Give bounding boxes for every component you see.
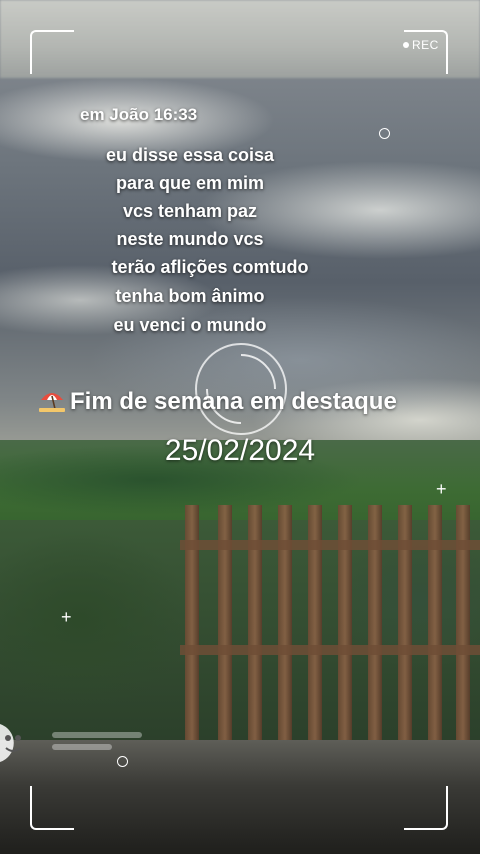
plus-marker-icon: + xyxy=(436,479,447,499)
weekend-highlight-text: Fim de semana em destaque xyxy=(70,388,397,415)
blurred-caption xyxy=(52,732,172,756)
plus-marker-icon: + xyxy=(61,607,72,627)
date-stamp: 25/02/2024 xyxy=(164,434,316,467)
circle-marker-icon xyxy=(117,756,128,767)
verse-line: eu disse essa coisa xyxy=(105,145,275,165)
wooden-fence xyxy=(180,505,480,775)
fence-rail xyxy=(180,540,480,550)
caption-placeholder-line xyxy=(52,744,112,750)
verse-line: vcs tenham paz xyxy=(122,201,258,221)
verse-line: neste mundo vcs xyxy=(116,229,264,249)
fence-rail xyxy=(180,645,480,655)
verse-line: tenha bom ânimo xyxy=(115,286,265,306)
frame-corner-top-left xyxy=(30,30,74,74)
circle-marker-icon xyxy=(379,128,390,139)
frame-corner-bottom-right xyxy=(404,786,448,830)
frame-corner-top-right xyxy=(404,30,448,74)
rec-label: REC xyxy=(412,38,439,52)
verse-line: para que em mim xyxy=(115,173,265,193)
weekend-highlight-title: Fim de semana em destaque xyxy=(38,388,397,416)
beach-umbrella-icon xyxy=(39,393,65,412)
rec-indicator: REC xyxy=(403,38,439,52)
verse-reference: em João 16:33 xyxy=(80,105,198,124)
record-dot-icon xyxy=(403,42,409,48)
verse-line: eu venci o mundo xyxy=(113,315,267,335)
caption-placeholder-line xyxy=(52,732,142,738)
frame-corner-bottom-left xyxy=(30,786,74,830)
avatar xyxy=(0,724,21,762)
verse-line: terão aflições comtudo xyxy=(111,257,309,277)
